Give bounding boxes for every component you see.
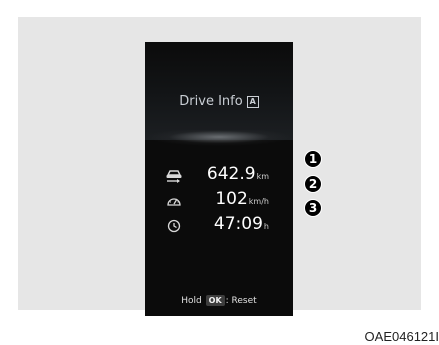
callout-1: 1 bbox=[304, 150, 322, 168]
title-text: Drive Info bbox=[179, 94, 243, 109]
elapsed-time-value: 47:09h bbox=[213, 214, 269, 234]
speed-unit: km/h bbox=[248, 197, 269, 206]
cluster-display: Drive Info A 642.9km 102km/h 47:09h Hold… bbox=[145, 42, 293, 316]
time-unit: h bbox=[263, 222, 269, 231]
average-speed-value: 102km/h bbox=[215, 189, 269, 209]
display-header bbox=[145, 42, 293, 140]
distance-unit: km bbox=[256, 172, 269, 181]
header-glow-divider bbox=[145, 130, 293, 150]
ok-key-badge: OK bbox=[205, 295, 225, 306]
reset-label: : Reset bbox=[225, 296, 257, 306]
distance-row: 642.9km bbox=[145, 164, 293, 186]
reset-hint: Hold OK: Reset bbox=[145, 295, 293, 306]
hold-label: Hold bbox=[181, 296, 202, 306]
drive-info-title: Drive Info A bbox=[145, 94, 293, 109]
clock-icon bbox=[165, 218, 183, 233]
callout-2: 2 bbox=[304, 175, 322, 193]
car-distance-icon bbox=[165, 168, 183, 183]
figure-code: OAE046121I bbox=[364, 329, 439, 344]
average-speed-row: 102km/h bbox=[145, 189, 293, 211]
callout-3: 3 bbox=[304, 199, 322, 217]
distance-value: 642.9km bbox=[206, 164, 269, 184]
auto-badge: A bbox=[246, 95, 259, 108]
speedometer-icon bbox=[165, 193, 183, 207]
elapsed-time-row: 47:09h bbox=[145, 214, 293, 236]
